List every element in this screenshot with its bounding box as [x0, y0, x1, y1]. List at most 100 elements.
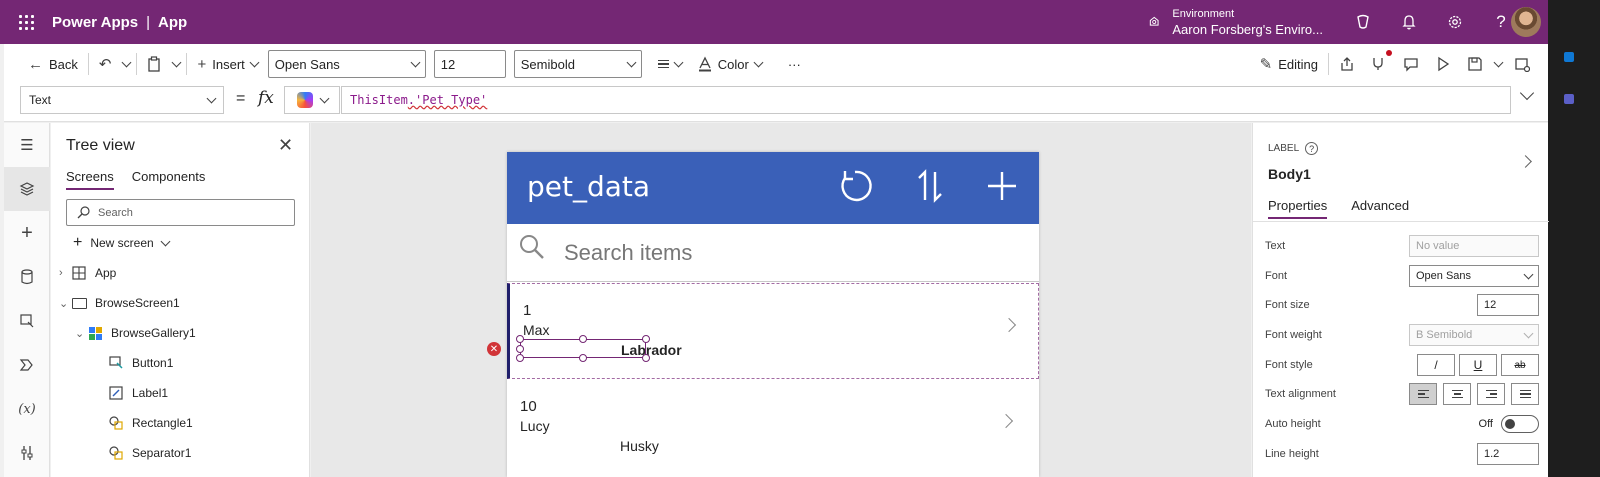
paste-menu-button[interactable]	[169, 48, 184, 80]
hamburger-menu-icon[interactable]: ☰	[4, 123, 50, 167]
environment-name: Aaron Forsberg's Enviro...	[1172, 22, 1323, 37]
tree-view-layers-icon[interactable]	[4, 167, 50, 211]
design-canvas[interactable]: pet_data Search items 1 Max Labrador 10 …	[311, 123, 1251, 477]
app-launcher-icon[interactable]	[0, 0, 52, 44]
tab-properties[interactable]: Properties	[1268, 198, 1328, 219]
tree-item-rectangle1[interactable]: Rectangle1	[51, 408, 309, 438]
data-cylinder-icon[interactable]	[4, 255, 50, 299]
font-weight-dropdown[interactable]: Semibold	[513, 50, 642, 78]
user-avatar[interactable]	[1511, 7, 1541, 37]
save-menu-button[interactable]	[1491, 48, 1506, 80]
add-item-icon[interactable]	[985, 166, 1019, 214]
tab-advanced[interactable]: Advanced	[1351, 198, 1409, 219]
insert-label: Insert	[212, 56, 245, 72]
text-value-input[interactable]: No value	[1409, 235, 1539, 257]
font-dropdown[interactable]: Open Sans	[267, 50, 426, 78]
new-screen-button[interactable]: + New screen	[73, 234, 171, 252]
font-dropdown-prop[interactable]: Open Sans	[1409, 265, 1539, 287]
tree-search-input[interactable]: Search	[66, 199, 295, 226]
refresh-icon[interactable]	[835, 166, 875, 214]
back-button[interactable]: ← Back	[20, 48, 86, 80]
close-icon[interactable]: ✕	[278, 135, 293, 156]
editing-mode-button[interactable]: ✎ Editing	[1252, 48, 1326, 80]
chevron-right-icon[interactable]	[1519, 155, 1532, 168]
align-justify-icon	[1519, 390, 1531, 398]
share-icon	[1341, 57, 1353, 71]
text-align-button[interactable]	[650, 48, 690, 80]
tab-screens[interactable]: Screens	[66, 169, 114, 190]
tab-components[interactable]: Components	[132, 169, 206, 190]
app-name: App	[158, 13, 188, 31]
chevron-right-icon[interactable]	[1001, 317, 1017, 333]
strikethrough-button[interactable]: ab	[1501, 354, 1539, 376]
collapse-chevron-icon[interactable]: ⌄	[75, 327, 87, 340]
align-center-icon	[1451, 390, 1463, 398]
expand-formula-chevron-icon[interactable]	[1519, 85, 1535, 101]
save-button[interactable]	[1459, 48, 1491, 80]
tree-item-app[interactable]: › App	[51, 258, 309, 288]
share-button[interactable]	[1331, 48, 1363, 80]
line-height-input[interactable]: 1.2	[1477, 443, 1539, 465]
font-size-input-prop[interactable]: 12	[1477, 294, 1539, 316]
app-checker-button[interactable]	[1363, 48, 1395, 80]
settings-gear-icon[interactable]	[1432, 0, 1478, 44]
tree-item-separator1[interactable]: Separator1	[51, 438, 309, 468]
font-color-icon	[698, 56, 711, 72]
formula-input[interactable]: ThisItem.'Pet Type'	[341, 86, 1511, 114]
font-value: Open Sans	[1416, 270, 1472, 282]
control-name: Body1	[1268, 166, 1311, 182]
sort-icon[interactable]	[915, 166, 945, 214]
gallery-search-box[interactable]: Search items	[507, 224, 1039, 282]
tree-item-browsescreen1[interactable]: ⌄ BrowseScreen1	[51, 288, 309, 318]
more-commands-button[interactable]: ···	[780, 48, 809, 80]
chevron-down-icon	[673, 57, 684, 67]
divider	[1328, 53, 1329, 75]
insert-plus-icon[interactable]: +	[4, 211, 50, 255]
align-center-button[interactable]	[1443, 383, 1471, 405]
formula-this-item: ThisItem	[350, 93, 408, 107]
copilot-icon[interactable]	[1340, 0, 1386, 44]
align-left-button[interactable]	[1409, 383, 1437, 405]
undo-menu-button[interactable]	[119, 48, 134, 80]
media-icon[interactable]	[4, 299, 50, 343]
selection-handles[interactable]	[516, 335, 650, 362]
italic-button[interactable]: /	[1417, 354, 1455, 376]
chevron-right-icon[interactable]	[998, 413, 1014, 429]
notifications-bell-icon[interactable]	[1386, 0, 1432, 44]
underline-button[interactable]: U	[1459, 354, 1497, 376]
teams-app-icon[interactable]	[1564, 94, 1574, 104]
preview-play-button[interactable]	[1427, 48, 1459, 80]
expand-chevron-icon[interactable]: ›	[59, 267, 71, 279]
gallery-header: pet_data	[507, 152, 1039, 224]
variables-icon[interactable]: (x)	[4, 387, 50, 431]
help-circle-icon[interactable]: ?	[1305, 142, 1319, 155]
comments-button[interactable]	[1395, 48, 1427, 80]
gallery-row[interactable]: 10 Lucy Husky	[507, 380, 1039, 476]
font-weight-dropdown-prop[interactable]: B Semibold	[1409, 324, 1539, 346]
tree-item-button1[interactable]: Button1	[51, 348, 309, 378]
outlook-app-icon[interactable]	[1564, 52, 1574, 62]
undo-button[interactable]: ↶	[91, 48, 120, 80]
collapse-chevron-icon[interactable]: ⌄	[59, 297, 71, 310]
copilot-formula-button[interactable]	[284, 86, 340, 114]
advanced-tools-icon[interactable]	[4, 431, 50, 475]
insert-button[interactable]: + Insert	[189, 48, 265, 80]
publish-button[interactable]	[1506, 48, 1538, 80]
environment-picker[interactable]: Environment Aaron Forsberg's Enviro...	[1148, 5, 1323, 39]
gallery-row-selected[interactable]: 1 Max Labrador	[507, 283, 1039, 379]
formula-bar: Text = fx ThisItem.'Pet Type'	[4, 84, 1548, 122]
tree-item-label1[interactable]: Label1	[51, 378, 309, 408]
back-arrow-icon: ←	[28, 55, 43, 73]
align-justify-button[interactable]	[1511, 383, 1539, 405]
error-badge-icon[interactable]: ✕	[487, 342, 501, 356]
align-right-button[interactable]	[1477, 383, 1505, 405]
tree-item-browsegallery1[interactable]: ⌄ BrowseGallery1	[51, 318, 309, 348]
font-size-input[interactable]: 12	[433, 50, 506, 78]
tree-view-title: Tree view	[66, 137, 135, 154]
paste-button[interactable]	[139, 48, 169, 80]
color-button[interactable]: Color	[690, 48, 770, 80]
auto-height-toggle[interactable]	[1501, 415, 1539, 433]
power-automate-icon[interactable]	[4, 343, 50, 387]
property-dropdown[interactable]: Text	[20, 86, 224, 114]
app-screen-preview[interactable]: pet_data Search items 1 Max Labrador 10 …	[507, 152, 1039, 477]
